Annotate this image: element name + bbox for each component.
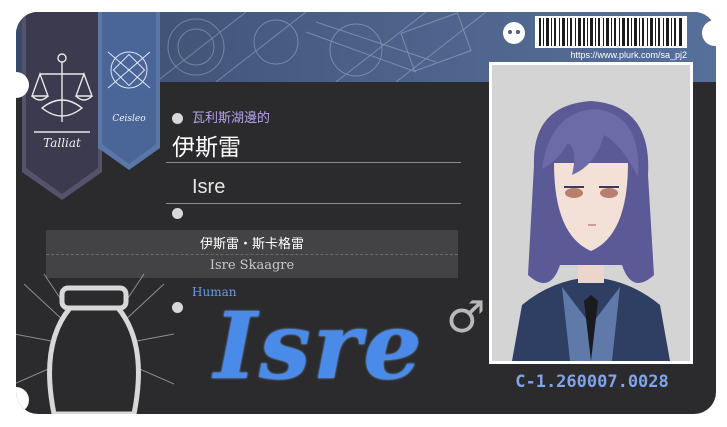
fullname-separator bbox=[46, 254, 458, 255]
pin bbox=[172, 208, 183, 219]
pin bbox=[172, 113, 183, 124]
id-card: Talliat Ceisleo 瓦利斯湖邊的 伊斯雷 Isre 伊斯雷・斯卡格雷… bbox=[16, 12, 716, 414]
banner-left bbox=[22, 12, 102, 200]
url-text[interactable]: https://www.plurk.com/sa_pj2 bbox=[535, 50, 687, 60]
band-pattern bbox=[156, 12, 486, 82]
plurk-logo-icon bbox=[503, 22, 525, 44]
name-zh: 伊斯雷 bbox=[172, 135, 241, 161]
photo-frame bbox=[489, 62, 693, 364]
subtitle: 瓦利斯湖邊的 bbox=[192, 111, 271, 126]
fullname-box: 伊斯雷・斯卡格雷 Isre Skaagre bbox=[46, 230, 458, 278]
character-portrait bbox=[492, 65, 690, 361]
gender-male-icon: ♂ bbox=[446, 292, 486, 343]
lantern-icon bbox=[16, 274, 174, 414]
portrait-illustration bbox=[492, 65, 690, 361]
barcode-icon bbox=[535, 16, 687, 48]
banner-right-label: Ceisleo bbox=[112, 114, 146, 124]
divider bbox=[166, 162, 461, 163]
fullname-zh: 伊斯雷・斯卡格雷 bbox=[199, 237, 304, 252]
banner-right bbox=[98, 12, 160, 170]
card-notch-right bbox=[702, 20, 727, 46]
divider bbox=[166, 203, 461, 204]
fullname-en: Isre Skaagre bbox=[209, 258, 295, 273]
signature: Isre bbox=[214, 292, 424, 400]
banner-left-label: Talliat bbox=[43, 136, 81, 150]
name-en: Isre bbox=[192, 176, 226, 198]
id-number: C-1.260007.0028 bbox=[515, 372, 669, 392]
